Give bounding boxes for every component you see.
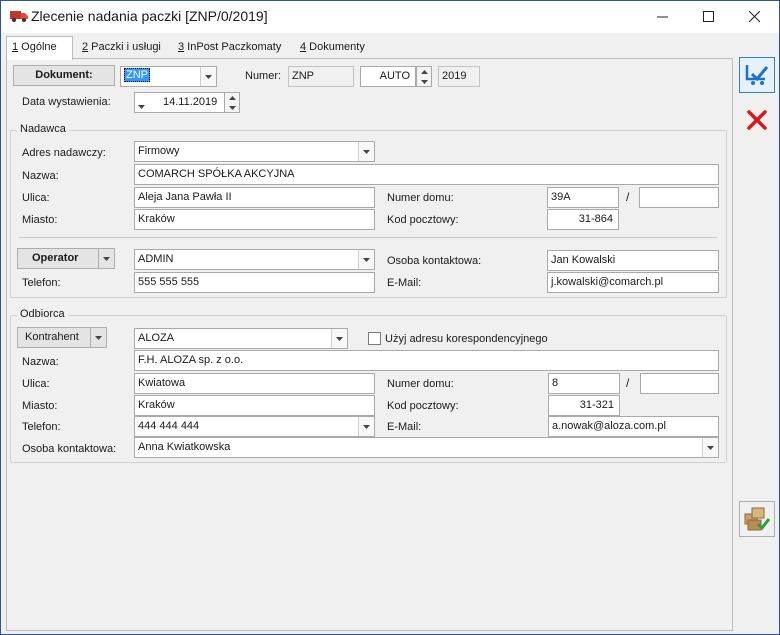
operator-button[interactable]: Operator [17,248,115,269]
odbiorca-telefon-combo[interactable]: 444 444 444 [134,416,375,437]
tab-dokumenty[interactable]: 4 Dokumenty [295,37,370,59]
window-title: Zlecenie nadania paczki [ZNP/0/2019] [31,8,268,24]
odbiorca-numer-lokalu-field[interactable] [640,373,719,394]
odbiorca-numer-domu-field[interactable]: 8 [548,373,620,394]
odbiorca-kod-pocztowy-field[interactable]: 31-321 [548,395,620,416]
spin-down-icon[interactable] [417,77,431,86]
ulica-label: Ulica: [22,378,50,390]
data-wystawienia-label: Data wystawienia: [22,96,111,108]
numer-domu-label: Numer domu: [387,192,454,204]
odbiorca-osoba-kontaktowa-combo[interactable]: Anna Kwiatkowska [134,437,719,458]
window: Zlecenie nadania paczki [ZNP/0/2019] 1 O… [0,0,780,635]
nazwa-label: Nazwa: [22,170,59,182]
chevron-down-icon[interactable] [90,328,106,347]
minimize-icon [656,16,668,18]
nadawca-email-field[interactable]: j.kowalski@comarch.pl [547,272,719,293]
cancel-button[interactable] [739,102,775,138]
data-spinner[interactable] [224,92,240,113]
save-button[interactable] [739,57,775,93]
truck-icon [10,9,28,26]
slash-separator: / [626,190,630,204]
title-bar: Zlecenie nadania paczki [ZNP/0/2019] [1,1,779,33]
chevron-down-icon[interactable] [331,329,347,348]
dokument-type-value: ZNP [124,68,150,82]
numer-domu-label: Numer domu: [387,378,454,390]
odbiorca-nazwa-field[interactable]: F.H. ALOZA sp. z o.o. [134,350,719,371]
tab-inpost-paczkomaty[interactable]: 3 InPost Paczkomaty [173,37,286,59]
tab-page-ogolne: Dokument: ZNP Numer: ZNP AUTO 2019 Data … [6,58,733,631]
odbiorca-miasto-field[interactable]: Kraków [134,395,375,416]
numer-label: Numer: [245,70,282,82]
maximize-icon [702,11,714,22]
close-icon [748,11,760,22]
nadawca-kod-pocztowy-field[interactable]: 31-864 [547,209,619,230]
chevron-down-icon[interactable] [358,142,374,161]
email-label: E-Mail: [387,421,422,433]
separator [19,237,717,238]
kod-pocztowy-label: Kod pocztowy: [387,400,459,412]
nadawca-miasto-field[interactable]: Kraków [134,209,375,230]
ulica-label: Ulica: [22,192,50,204]
nadawca-title: Nadawca [17,123,69,135]
chevron-down-icon[interactable] [358,417,374,436]
adres-nadawczy-label: Adres nadawczy: [22,147,106,159]
save-icon [745,65,769,85]
dokument-button[interactable]: Dokument: [13,65,115,86]
data-wystawienia-value: 14.11.2019 [163,96,218,108]
nadawca-numer-domu-field[interactable]: 39A [547,187,619,208]
uzyj-adresu-label[interactable]: Użyj adresu korespondencyjnego [385,333,548,345]
chevron-down-icon[interactable] [98,249,114,268]
osoba-kontaktowa-label: Osoba kontaktowa: [22,443,117,455]
nadawca-nazwa-field[interactable]: COMARCH SPÓŁKA AKCYJNA [134,164,719,185]
uzyj-adresu-checkbox[interactable] [368,332,381,345]
kontrahent-button[interactable]: Kontrahent [17,327,107,348]
spin-down-icon[interactable] [225,103,239,112]
miasto-label: Miasto: [22,214,58,226]
telefon-label: Telefon: [22,277,61,289]
package-check-icon [744,507,771,531]
nazwa-label: Nazwa: [22,356,59,368]
slash-separator: / [626,376,630,390]
numer-prefix-field: ZNP [288,66,354,87]
odbiorca-email-field[interactable]: a.nowak@aloza.com.pl [548,416,719,437]
telefon-label: Telefon: [22,421,61,433]
kontrahent-combo[interactable]: ALOZA [134,328,348,349]
numer-auto-field[interactable]: AUTO [360,66,416,87]
nadawca-osoba-kontaktowa-field[interactable]: Jan Kowalski [547,250,719,271]
osoba-kontaktowa-label: Osoba kontaktowa: [387,255,482,267]
nadawca-ulica-field[interactable]: Aleja Jana Pawła II [134,187,375,208]
chevron-down-icon[interactable] [200,67,216,86]
numer-year-field: 2019 [438,66,480,87]
cancel-icon [747,110,767,130]
odbiorca-ulica-field[interactable]: Kwiatowa [134,373,375,394]
spin-up-icon[interactable] [417,67,431,76]
maximize-button[interactable] [685,1,731,32]
nadawca-numer-lokalu-field[interactable] [639,187,719,208]
kod-pocztowy-label: Kod pocztowy: [387,214,459,226]
calendar-dropdown-icon[interactable] [138,100,145,112]
spin-up-icon[interactable] [225,93,239,102]
send-package-button[interactable] [739,501,775,537]
adres-nadawczy-combo[interactable]: Firmowy [134,141,375,162]
tab-ogolne[interactable]: 1 Ogólne [6,36,73,60]
odbiorca-title: Odbiorca [17,308,68,320]
minimize-button[interactable] [639,1,685,32]
chevron-down-icon[interactable] [358,250,374,269]
dokument-type-combo[interactable]: ZNP [120,66,217,87]
nadawca-telefon-field[interactable]: 555 555 555 [134,272,375,293]
operator-combo[interactable]: ADMIN [134,249,375,270]
chevron-down-icon[interactable] [702,438,718,457]
close-button[interactable] [731,1,777,32]
miasto-label: Miasto: [22,400,58,412]
numer-spinner[interactable] [416,66,432,87]
email-label: E-Mail: [387,277,422,289]
tab-paczki-i-uslugi[interactable]: 2 Paczki i usługi [77,37,166,59]
